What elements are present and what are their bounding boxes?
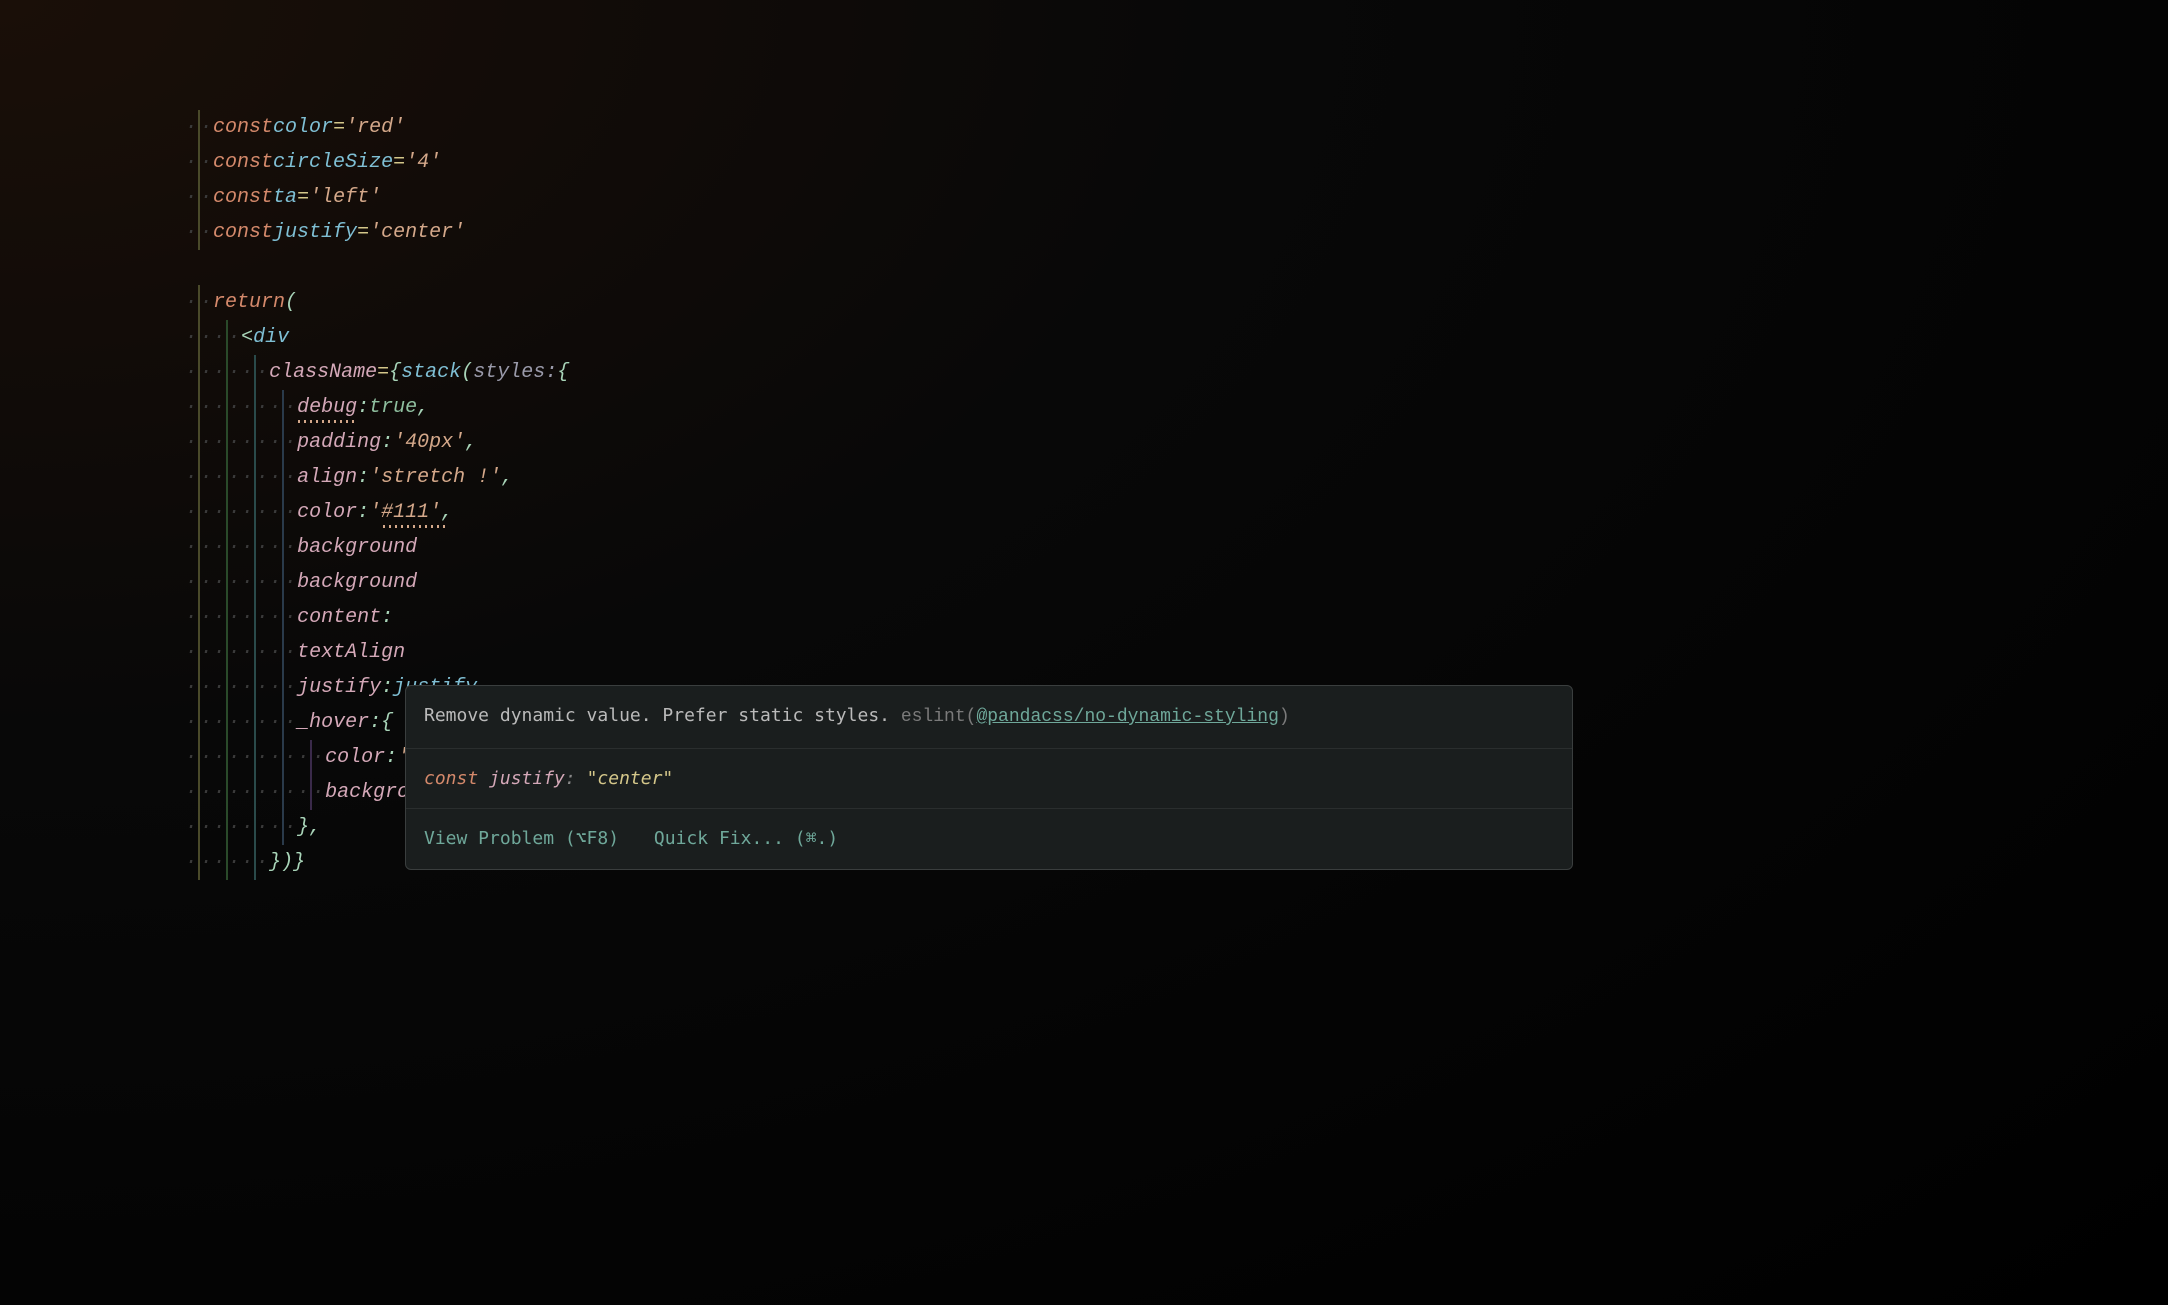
token: : [357,460,369,495]
token: 'center' [369,215,465,250]
token: 'left' [309,180,381,215]
diagnostic-text: Remove dynamic value. Prefer static styl… [424,705,890,726]
token: = [333,110,345,145]
token: 'red' [345,110,405,145]
token: div [253,320,289,355]
token: return [213,285,285,320]
token: , [441,495,453,530]
token: } [293,845,305,880]
token: { [557,355,569,390]
view-problem-action[interactable]: View Problem (⌥F8) [424,828,619,849]
token: < [241,320,253,355]
token: const [213,180,273,215]
token: '#111' [369,495,441,530]
code-line[interactable]: ········align: 'stretch !', [185,460,1985,495]
token: : [357,390,369,425]
token: : [381,600,393,635]
token: = [357,215,369,250]
token: color [273,110,333,145]
token: , [417,390,429,425]
token: , [465,425,477,460]
code-line[interactable]: ········background [185,565,1985,600]
code-line[interactable]: ········debug: true, [185,390,1985,425]
token: const [213,110,273,145]
diagnostic-code-hint: const justify: "center" [406,749,1572,810]
token: styles: [473,355,557,390]
token: '40px' [393,425,465,460]
token: : [381,670,393,705]
token: const [213,215,273,250]
diagnostic-source: eslint( [901,707,977,727]
token: } [269,845,281,880]
token: stack [401,355,461,390]
diagnostic-hover-popup: Remove dynamic value. Prefer static styl… [405,685,1573,870]
code-line[interactable]: ····<div [185,320,1985,355]
token: content [297,600,381,635]
token: circleSize [273,145,393,180]
token: 'stretch !' [369,460,501,495]
token: background [297,565,417,600]
token: debug [297,390,357,425]
code-line[interactable]: ··const justify = 'center' [185,215,1985,250]
token: '4' [405,145,441,180]
token: : [369,705,381,740]
token: : [357,495,369,530]
token: ta [273,180,297,215]
token: const [213,145,273,180]
token: ) [281,845,293,880]
token: ( [461,355,473,390]
token: = [297,180,309,215]
code-line[interactable]: ········padding: '40px', [185,425,1985,460]
token: color [325,740,385,775]
diagnostic-actions: View Problem (⌥F8) Quick Fix... (⌘.) [406,809,1572,869]
code-line[interactable]: ········color: '#111', [185,495,1985,530]
token: justify [273,215,357,250]
token: = [377,355,389,390]
token: : [385,740,397,775]
token: align [297,460,357,495]
token: } [297,810,309,845]
code-line[interactable]: ········textAlign [185,635,1985,670]
code-line[interactable] [185,250,1985,285]
token: background [297,530,417,565]
token: color [297,495,357,530]
code-line[interactable]: ··const ta = 'left' [185,180,1985,215]
token: { [389,355,401,390]
code-line[interactable]: ··const color = 'red' [185,110,1985,145]
token: , [501,460,513,495]
code-line[interactable]: ········background [185,530,1985,565]
token: _hover [297,705,369,740]
diagnostic-message: Remove dynamic value. Prefer static styl… [406,686,1572,749]
token: ( [285,285,297,320]
quick-fix-action[interactable]: Quick Fix... (⌘.) [654,828,838,849]
token: className [269,355,377,390]
token: justify [297,670,381,705]
token: : [381,425,393,460]
token: , [309,810,321,845]
code-line[interactable]: ··return ( [185,285,1985,320]
diagnostic-rule-link[interactable]: @pandacss/no-dynamic-styling [976,707,1278,727]
token: = [393,145,405,180]
token: textAlign [297,635,405,670]
token: { [381,705,393,740]
code-line[interactable]: ······className={stack(styles: { [185,355,1985,390]
code-line[interactable]: ··const circleSize = '4' [185,145,1985,180]
code-line[interactable]: ········content: [185,600,1985,635]
token: true [369,390,417,425]
token: padding [297,425,381,460]
